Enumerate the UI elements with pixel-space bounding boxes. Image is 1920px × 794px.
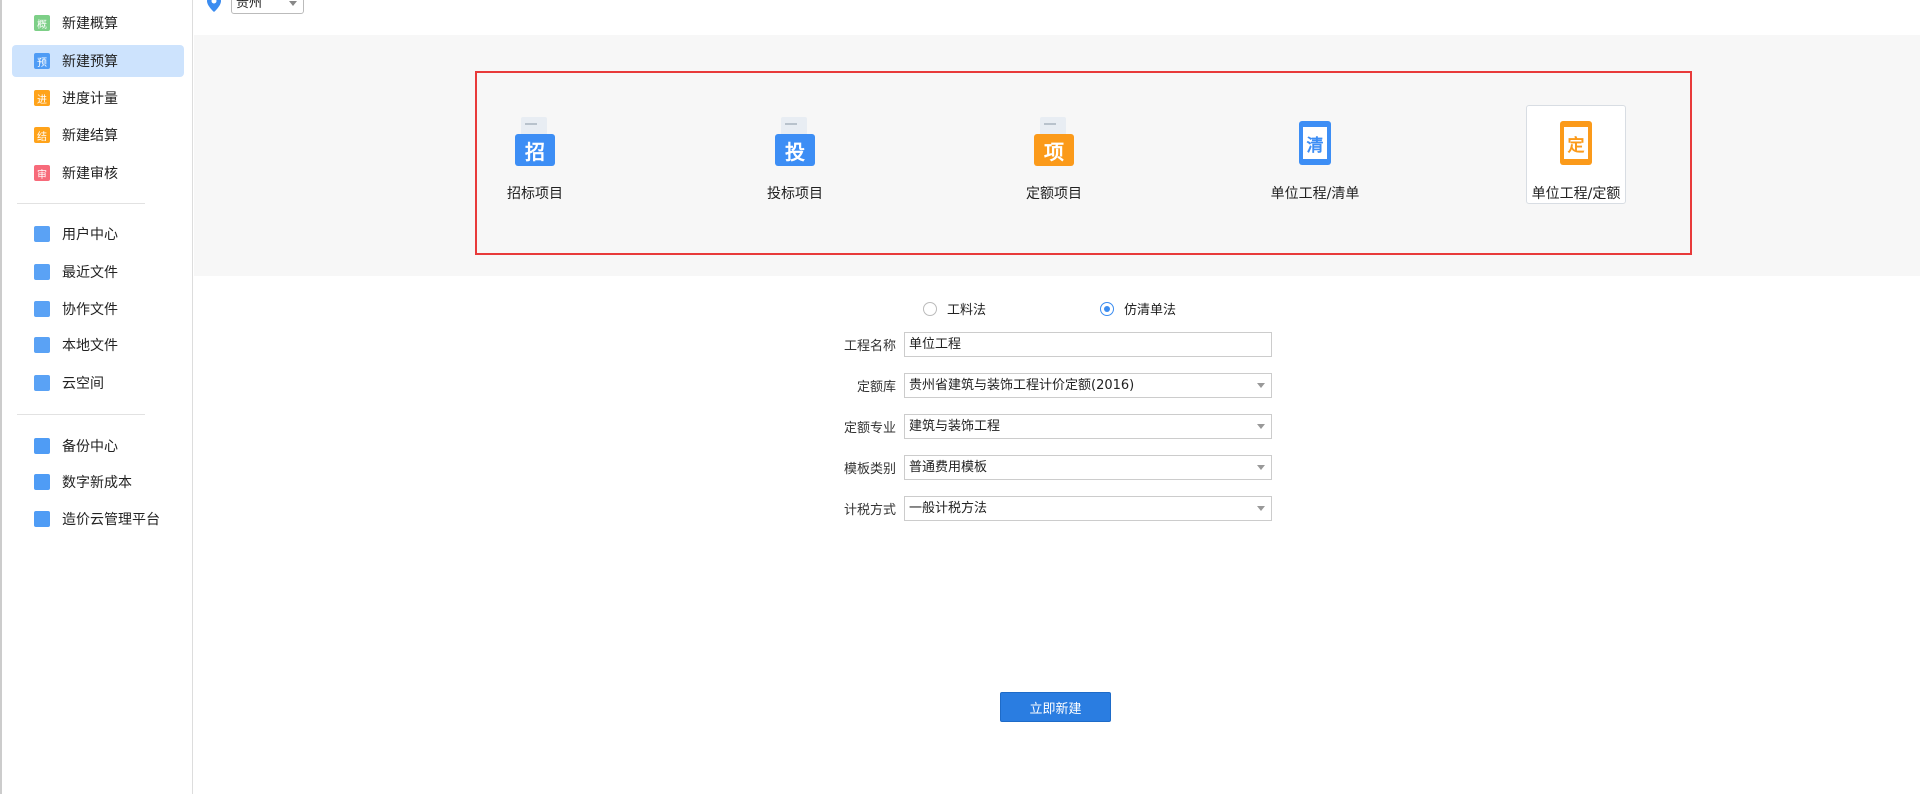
cloud-platform-icon bbox=[34, 511, 50, 527]
project-type-icon: 项 bbox=[1034, 117, 1074, 167]
project-type-card[interactable]: 投 投标项目 bbox=[745, 105, 845, 204]
sidebar-item-label: 云空间 bbox=[62, 376, 104, 392]
cloud-space-icon bbox=[34, 375, 50, 391]
sidebar-item[interactable]: 预 新建预算 bbox=[12, 45, 184, 77]
field-label: 工程名称 bbox=[843, 339, 896, 354]
map-pin-icon bbox=[207, 0, 221, 12]
sidebar-badge-icon: 结 bbox=[34, 127, 50, 143]
sidebar-item[interactable]: 概 新建概算 bbox=[12, 7, 184, 39]
sidebar-badge-icon: 进 bbox=[34, 90, 50, 106]
form-row-quota-lib: 定额库 贵州省建筑与装饰工程计价定额(2016) bbox=[800, 373, 1272, 398]
radio-labor-material[interactable]: 工料法 bbox=[923, 299, 986, 318]
radio-circle[interactable] bbox=[1100, 301, 1114, 316]
user-icon bbox=[34, 226, 50, 242]
field-label: 计税方式 bbox=[843, 503, 896, 518]
sidebar-badge-icon: 审 bbox=[34, 165, 50, 181]
project-type-icon: 招 bbox=[515, 117, 555, 167]
project-type-icon: 清 bbox=[1295, 117, 1335, 167]
project-type-card[interactable]: 招 招标项目 bbox=[485, 105, 585, 204]
quota-major-select[interactable]: 建筑与装饰工程 bbox=[904, 414, 1272, 439]
sidebar-item-label: 备份中心 bbox=[62, 439, 118, 455]
local-file-icon bbox=[34, 337, 50, 353]
create-now-button[interactable]: 立即新建 bbox=[1000, 692, 1111, 722]
sidebar-item-label: 用户中心 bbox=[62, 227, 118, 243]
project-type-card[interactable]: 清 单位工程/清单 bbox=[1265, 105, 1365, 204]
sidebar-item-label: 造价云管理平台 bbox=[62, 512, 160, 528]
sidebar-item-label: 进度计量 bbox=[62, 91, 118, 107]
sidebar-item[interactable]: 最近文件 bbox=[12, 256, 184, 288]
sidebar-item-label: 数字新成本 bbox=[62, 475, 132, 491]
sidebar-item[interactable]: 用户中心 bbox=[12, 218, 184, 250]
top-bar bbox=[194, 0, 1920, 35]
quota-lib-select[interactable]: 贵州省建筑与装饰工程计价定额(2016) bbox=[904, 373, 1272, 398]
project-type-label: 单位工程/清单 bbox=[1270, 186, 1360, 202]
project-type-icon: 投 bbox=[775, 117, 815, 167]
sidebar-divider bbox=[17, 414, 145, 415]
sidebar: 概 新建概算 预 新建预算 进 进度计量 结 新建结算 审 新建审核 用户中心 … bbox=[0, 0, 193, 794]
sidebar-item-label: 本地文件 bbox=[62, 338, 118, 354]
project-type-card[interactable]: 定 单位工程/定额 bbox=[1526, 105, 1626, 204]
sidebar-item[interactable]: 进 进度计量 bbox=[12, 82, 184, 114]
form-row-template: 模板类别 普通费用模板 bbox=[800, 455, 1272, 480]
field-label: 定额专业 bbox=[843, 421, 896, 436]
project-type-label: 单位工程/定额 bbox=[1531, 186, 1621, 202]
sidebar-item[interactable]: 备份中心 bbox=[12, 430, 184, 462]
project-type-label: 招标项目 bbox=[507, 186, 563, 202]
sidebar-item[interactable]: 审 新建审核 bbox=[12, 157, 184, 189]
field-label: 定额库 bbox=[856, 380, 896, 395]
sidebar-badge-icon: 预 bbox=[34, 53, 50, 69]
field-label: 模板类别 bbox=[843, 462, 896, 477]
sidebar-item-label: 新建预算 bbox=[62, 54, 118, 70]
radio-circle[interactable] bbox=[923, 301, 937, 316]
radio-label: 工料法 bbox=[947, 303, 987, 318]
project-name-input[interactable]: 单位工程 bbox=[904, 332, 1272, 357]
sidebar-divider bbox=[17, 203, 145, 204]
sidebar-item[interactable]: 结 新建结算 bbox=[12, 119, 184, 151]
radio-label: 仿清单法 bbox=[1124, 303, 1177, 318]
backup-icon bbox=[34, 438, 50, 454]
sidebar-item-label: 新建结算 bbox=[62, 128, 118, 144]
sidebar-item[interactable]: 数字新成本 bbox=[12, 466, 184, 498]
form-row-quota-major: 定额专业 建筑与装饰工程 bbox=[800, 414, 1272, 439]
sidebar-item[interactable]: 云空间 bbox=[12, 367, 184, 399]
sidebar-item-label: 新建概算 bbox=[62, 16, 118, 32]
radio-pseudo-list[interactable]: 仿清单法 bbox=[1100, 299, 1176, 318]
template-select[interactable]: 普通费用模板 bbox=[904, 455, 1272, 480]
sidebar-item[interactable]: 造价云管理平台 bbox=[12, 503, 184, 535]
sidebar-item-label: 新建审核 bbox=[62, 166, 118, 182]
collab-file-icon bbox=[34, 301, 50, 317]
digital-cost-icon bbox=[34, 474, 50, 490]
sidebar-item[interactable]: 协作文件 bbox=[12, 293, 184, 325]
project-type-card[interactable]: 项 定额项目 bbox=[1004, 105, 1104, 204]
region-select[interactable]: 贵州 bbox=[231, 0, 304, 14]
form-row-name: 工程名称 单位工程 bbox=[800, 332, 1272, 357]
project-type-icon: 定 bbox=[1556, 117, 1596, 167]
recent-file-icon bbox=[34, 264, 50, 280]
project-type-label: 投标项目 bbox=[767, 186, 823, 202]
sidebar-item-label: 协作文件 bbox=[62, 302, 118, 318]
tax-method-select[interactable]: 一般计税方法 bbox=[904, 496, 1272, 521]
sidebar-item-label: 最近文件 bbox=[62, 265, 118, 281]
sidebar-badge-icon: 概 bbox=[34, 15, 50, 31]
sidebar-item[interactable]: 本地文件 bbox=[12, 329, 184, 361]
form-row-tax: 计税方式 一般计税方法 bbox=[800, 496, 1272, 521]
project-type-label: 定额项目 bbox=[1026, 186, 1082, 202]
